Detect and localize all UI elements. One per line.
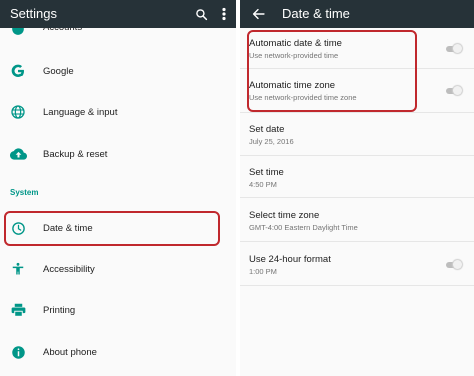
setting-title: Set date — [249, 124, 285, 135]
setting-summary: GMT-4:00 Eastern Daylight Time — [249, 223, 358, 232]
setting-24-hour-format[interactable]: Use 24-hour format 1:00 PM — [240, 242, 474, 286]
settings-item-label: Printing — [43, 305, 76, 316]
highlight-box — [247, 30, 417, 112]
setting-title: Use 24-hour format — [249, 254, 331, 265]
setting-title: Set time — [249, 167, 284, 178]
date-time-screen: Date & time Automatic date & time Use ne… — [240, 0, 474, 376]
setting-time-zone[interactable]: Select time zone GMT-4:00 Eastern Daylig… — [240, 198, 474, 242]
settings-item-backup[interactable]: Backup & reset — [0, 141, 236, 167]
settings-item-accessibility[interactable]: Accessibility — [0, 256, 236, 282]
settings-item-label: Accessibility — [43, 264, 95, 275]
settings-item-label: Google — [43, 66, 74, 77]
cloud-upload-icon — [9, 145, 27, 163]
setting-summary: 4:50 PM — [249, 180, 277, 189]
date-time-app-bar: Date & time — [240, 0, 474, 28]
globe-icon — [9, 103, 27, 121]
settings-item-printing[interactable]: Printing — [0, 297, 236, 323]
back-arrow-icon[interactable] — [248, 4, 268, 24]
accessibility-icon — [9, 260, 27, 278]
settings-item-google[interactable]: Google — [0, 58, 236, 84]
section-header-system: System — [10, 188, 39, 197]
search-icon[interactable] — [191, 4, 211, 24]
highlight-box — [4, 211, 220, 246]
settings-item-label: Backup & reset — [43, 149, 108, 160]
settings-item-label: Language & input — [43, 107, 118, 118]
page-title-text: Settings — [10, 6, 57, 21]
info-icon — [9, 343, 27, 361]
settings-item-language[interactable]: Language & input — [0, 99, 236, 125]
more-vert-icon[interactable] — [214, 4, 234, 24]
settings-screen: Settings Accounts Settings Google L — [0, 0, 236, 376]
auto-date-time-toggle[interactable] — [444, 44, 462, 53]
settings-item-about[interactable]: About phone — [0, 339, 236, 365]
printer-icon — [9, 301, 27, 319]
setting-summary: 1:00 PM — [249, 267, 277, 276]
setting-set-date[interactable]: Set date July 25, 2016 — [240, 113, 474, 156]
setting-title: Select time zone — [249, 210, 320, 221]
app-bar-overlay: Settings — [0, 0, 236, 28]
page-title: Date & time — [282, 6, 350, 21]
auto-time-zone-toggle[interactable] — [444, 86, 462, 95]
setting-summary: July 25, 2016 — [249, 137, 294, 146]
google-icon — [9, 62, 27, 80]
settings-item-label: About phone — [43, 347, 97, 358]
setting-set-time[interactable]: Set time 4:50 PM — [240, 156, 474, 198]
24-hour-toggle[interactable] — [444, 260, 462, 269]
